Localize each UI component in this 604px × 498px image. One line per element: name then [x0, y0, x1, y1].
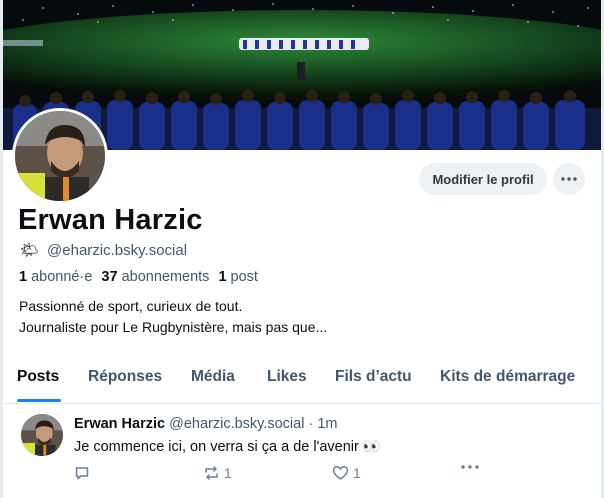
- sun-cloud-emoji-icon: 🌤: [20, 242, 40, 259]
- profile-bio: Passionné de sport, curieux de tout. Jou…: [19, 296, 327, 338]
- following-count: 37: [101, 269, 118, 285]
- edit-profile-button[interactable]: Modifier le profil: [419, 163, 547, 195]
- following-label: abonnements: [121, 269, 210, 285]
- like-count: 1: [353, 465, 361, 481]
- avatar-photo: [15, 111, 105, 201]
- repost-count: 1: [224, 465, 232, 481]
- like-button[interactable]: 1: [332, 465, 361, 481]
- post-more-button[interactable]: [461, 465, 479, 469]
- following-stat[interactable]: 37 abonnements: [101, 269, 209, 285]
- reply-button[interactable]: [74, 465, 94, 481]
- handle-row: 🌤 @eharzic.bsky.social: [20, 241, 188, 260]
- tab-likes[interactable]: Likes: [267, 368, 307, 386]
- reply-icon: [75, 467, 89, 480]
- post-author-handle[interactable]: @eharzic.bsky.social: [169, 416, 304, 432]
- repost-button[interactable]: 1: [203, 465, 232, 481]
- followers-label: abonné·e: [31, 269, 93, 285]
- posts-label: post: [230, 269, 258, 285]
- tab-media[interactable]: Média: [191, 368, 235, 386]
- profile-handle: @eharzic.bsky.social: [47, 241, 188, 259]
- followers-count: 1: [19, 269, 28, 285]
- ellipsis-icon: [461, 465, 479, 469]
- post-author-avatar[interactable]: [21, 414, 63, 456]
- post-author-name[interactable]: Erwan Harzic: [74, 416, 165, 432]
- posts-stat: 1 post: [218, 269, 258, 285]
- display-name: Erwan Harzic: [18, 204, 203, 236]
- meta-separator: ·: [308, 416, 314, 432]
- heart-icon: [332, 466, 349, 480]
- bio-line: Passionné de sport, curieux de tout.: [19, 298, 243, 314]
- ellipsis-icon: [561, 177, 577, 181]
- posts-count: 1: [218, 269, 227, 285]
- profile-tabs: Posts Réponses Média Likes Fils d’actu K…: [3, 362, 601, 404]
- profile-stats: 1 abonné·e 37 abonnements 1 post: [19, 269, 258, 285]
- repost-icon: [205, 466, 218, 480]
- more-options-button[interactable]: [553, 163, 585, 195]
- tab-starter-packs[interactable]: Kits de démarrage: [440, 368, 575, 386]
- tab-replies[interactable]: Réponses: [88, 368, 162, 386]
- post-timestamp[interactable]: 1m: [317, 416, 337, 432]
- post-avatar-photo: [21, 414, 63, 456]
- profile-avatar[interactable]: [12, 108, 108, 204]
- post-text: Je commence ici, on verra si ça a de l'a…: [74, 439, 381, 455]
- tab-feeds[interactable]: Fils d’actu: [335, 368, 412, 386]
- bio-line: Journaliste pour Le Rugbynistère, mais p…: [19, 319, 328, 335]
- post-header: Erwan Harzic @eharzic.bsky.social · 1m: [74, 416, 338, 432]
- tab-posts[interactable]: Posts: [17, 368, 59, 386]
- active-tab-indicator: [17, 399, 61, 402]
- profile-page: Modifier le profil Erwan Harzic 🌤 @eharz…: [0, 0, 604, 498]
- followers-stat[interactable]: 1 abonné·e: [19, 269, 92, 285]
